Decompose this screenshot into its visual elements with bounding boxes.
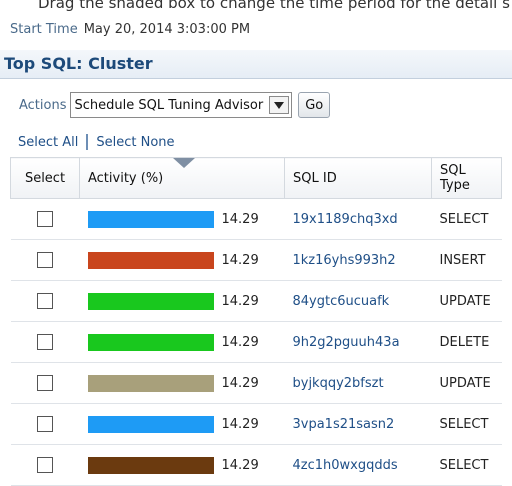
- section-header: Top SQL: Cluster: [0, 50, 512, 79]
- row-select-cell: [10, 280, 80, 322]
- sql-type-cell: SELECT: [431, 198, 502, 240]
- activity-bar: [87, 251, 214, 269]
- activity-cell: 14.29: [79, 403, 285, 445]
- link-divider: [86, 134, 89, 150]
- activity-cell: 14.29: [79, 321, 285, 363]
- actions-toolbar: Actions Schedule SQL Tuning Advisor Go: [19, 90, 331, 120]
- sql-id-link[interactable]: 4zc1h0wxgqdds: [284, 444, 432, 486]
- sql-id-link[interactable]: 19x1189chq3xd: [284, 198, 432, 240]
- table-row: 14.29 1kz16yhs993h2 INSERT: [10, 239, 502, 281]
- column-header-activity-label: Activity (%): [88, 170, 164, 186]
- row-checkbox[interactable]: [37, 375, 53, 391]
- column-header-activity[interactable]: Activity (%): [79, 157, 285, 199]
- activity-value: 14.29: [221, 334, 259, 350]
- sort-descending-icon: [173, 158, 195, 168]
- start-time-label: Start Time: [10, 22, 78, 37]
- activity-value: 14.29: [221, 375, 259, 391]
- activity-bar: [87, 415, 214, 433]
- activity-value: 14.29: [221, 457, 259, 473]
- activity-value: 14.29: [221, 252, 259, 268]
- sql-id-link[interactable]: byjkqqy2bfszt: [284, 362, 432, 404]
- sql-type-cell: UPDATE: [431, 280, 502, 322]
- sql-type-cell: SELECT: [431, 403, 502, 445]
- sql-type-cell: UPDATE: [431, 362, 502, 404]
- column-header-sql-type[interactable]: SQL Type: [431, 157, 502, 199]
- row-select-cell: [10, 321, 80, 363]
- table-row: 14.29 3vpa1s21sasn2 SELECT: [10, 403, 502, 445]
- activity-bar: [87, 210, 214, 228]
- start-time-row: Start Time May 20, 2014 3:03:00 PM: [10, 22, 250, 37]
- row-checkbox[interactable]: [37, 252, 53, 268]
- table-row: 14.29 byjkqqy2bfszt UPDATE: [10, 362, 502, 404]
- page-title: Top SQL: Cluster: [4, 54, 153, 73]
- sql-type-cell: DELETE: [431, 321, 502, 363]
- row-checkbox[interactable]: [37, 457, 53, 473]
- activity-bar: [87, 333, 214, 351]
- actions-select[interactable]: Schedule SQL Tuning Advisor: [69, 92, 293, 118]
- sql-id-link[interactable]: 9h2g2pguuh43a: [284, 321, 432, 363]
- select-all-link[interactable]: Select All: [18, 135, 78, 150]
- activity-value: 14.29: [221, 211, 259, 227]
- start-time-value: May 20, 2014 3:03:00 PM: [83, 22, 251, 37]
- row-select-cell: [10, 403, 80, 445]
- row-select-cell: [10, 444, 80, 486]
- activity-cell: 14.29: [79, 198, 285, 240]
- table-row: 14.29 9h2g2pguuh43a DELETE: [10, 321, 502, 363]
- sql-type-cell: INSERT: [431, 239, 502, 281]
- row-checkbox[interactable]: [37, 416, 53, 432]
- time-period-hint: Drag the shaded box to change the time p…: [38, 0, 510, 12]
- selection-links: Select All Select None: [18, 134, 175, 150]
- select-none-link[interactable]: Select None: [96, 135, 174, 150]
- column-header-select: Select: [10, 157, 80, 199]
- row-select-cell: [10, 198, 80, 240]
- top-sql-table: Select Activity (%) SQL ID SQL Type 14.2…: [10, 157, 502, 486]
- chevron-down-icon[interactable]: [269, 96, 290, 114]
- activity-bar: [87, 292, 214, 310]
- row-checkbox[interactable]: [37, 334, 53, 350]
- row-select-cell: [10, 239, 80, 281]
- activity-bar: [87, 374, 214, 392]
- sql-id-link[interactable]: 84ygtc6ucuafk: [284, 280, 432, 322]
- activity-cell: 14.29: [79, 280, 285, 322]
- sql-id-link[interactable]: 3vpa1s21sasn2: [284, 403, 432, 445]
- activity-value: 14.29: [221, 293, 259, 309]
- activity-value: 14.29: [221, 416, 259, 432]
- row-checkbox[interactable]: [37, 293, 53, 309]
- sql-type-cell: SELECT: [431, 444, 502, 486]
- sql-id-link[interactable]: 1kz16yhs993h2: [284, 239, 432, 281]
- activity-cell: 14.29: [79, 239, 285, 281]
- table-row: 14.29 84ygtc6ucuafk UPDATE: [10, 280, 502, 322]
- activity-bar: [87, 456, 214, 474]
- row-select-cell: [10, 362, 80, 404]
- table-row: 14.29 4zc1h0wxgqdds SELECT: [10, 444, 502, 486]
- row-checkbox[interactable]: [37, 211, 53, 227]
- column-header-sql-id[interactable]: SQL ID: [284, 157, 432, 199]
- table-row: 14.29 19x1189chq3xd SELECT: [10, 198, 502, 240]
- table-header-row: Select Activity (%) SQL ID SQL Type: [10, 157, 502, 199]
- activity-cell: 14.29: [79, 444, 285, 486]
- actions-select-value: Schedule SQL Tuning Advisor: [74, 97, 264, 113]
- go-button[interactable]: Go: [298, 92, 331, 118]
- actions-label: Actions: [19, 97, 67, 113]
- activity-cell: 14.29: [79, 362, 285, 404]
